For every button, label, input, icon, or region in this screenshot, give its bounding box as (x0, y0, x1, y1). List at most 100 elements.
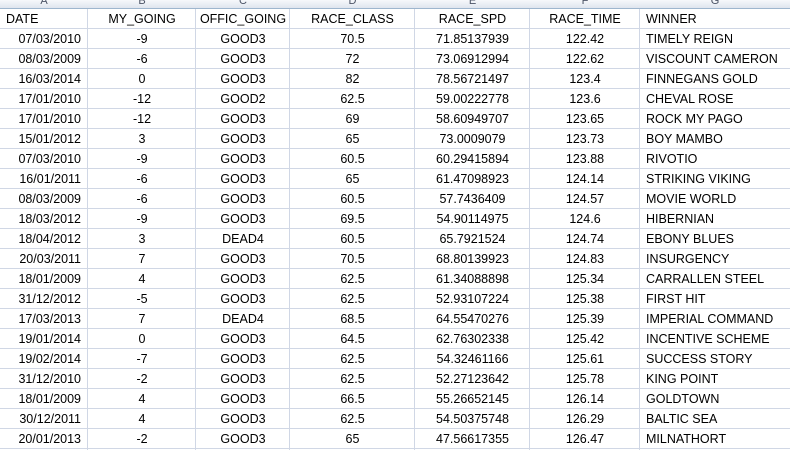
race-spd-cell[interactable]: 52.93107224 (415, 289, 530, 308)
race-spd-cell[interactable]: 65.7921524 (415, 229, 530, 248)
winner-cell[interactable]: BOY MAMBO (640, 129, 790, 148)
table-row[interactable]: 19/01/2014 0 GOOD3 64.5 62.76302338 125.42 INC… (0, 329, 790, 349)
table-row[interactable]: 17/03/2013 7 DEAD4 68.5 64.55470276 125.39 IMP… (0, 309, 790, 329)
offic-going-cell[interactable]: GOOD2 (196, 89, 290, 108)
my-going-cell[interactable]: 4 (88, 269, 196, 288)
offic-going-cell[interactable]: GOOD3 (196, 429, 290, 448)
race-time-cell[interactable]: 123.65 (530, 109, 640, 128)
header-cell-winner[interactable]: WINNER (640, 9, 790, 28)
offic-going-cell[interactable]: GOOD3 (196, 49, 290, 68)
my-going-cell[interactable]: 4 (88, 389, 196, 408)
header-cell-offic-going[interactable]: OFFIC_GOING (196, 9, 290, 28)
my-going-cell[interactable]: 0 (88, 329, 196, 348)
header-row[interactable]: DATE MY_GOING OFFIC_GOING RACE_CLASS RAC… (0, 9, 790, 29)
race-time-cell[interactable]: 124.14 (530, 169, 640, 188)
offic-going-cell[interactable]: GOOD3 (196, 269, 290, 288)
race-spd-cell[interactable]: 55.26652145 (415, 389, 530, 408)
winner-cell[interactable]: CARRALLEN STEEL (640, 269, 790, 288)
offic-going-cell[interactable]: GOOD3 (196, 349, 290, 368)
race-class-cell[interactable]: 72 (290, 49, 415, 68)
table-row[interactable]: 20/01/2013 -2 GOOD3 65 47.56617355 126.47 MILN… (0, 429, 790, 449)
date-cell[interactable]: 17/01/2010 (0, 109, 88, 128)
race-spd-cell[interactable]: 57.7436409 (415, 189, 530, 208)
winner-cell[interactable]: INCENTIVE SCHEME (640, 329, 790, 348)
table-row[interactable]: 30/12/2011 4 GOOD3 62.5 54.50375748 126.29 BAL… (0, 409, 790, 429)
date-cell[interactable]: 18/03/2012 (0, 209, 88, 228)
race-class-cell[interactable]: 70.5 (290, 249, 415, 268)
offic-going-cell[interactable]: GOOD3 (196, 369, 290, 388)
my-going-cell[interactable]: 3 (88, 229, 196, 248)
race-spd-cell[interactable]: 59.00222778 (415, 89, 530, 108)
race-time-cell[interactable]: 124.74 (530, 229, 640, 248)
my-going-cell[interactable]: -9 (88, 29, 196, 48)
my-going-cell[interactable]: -6 (88, 189, 196, 208)
race-spd-cell[interactable]: 47.56617355 (415, 429, 530, 448)
race-class-cell[interactable]: 66.5 (290, 389, 415, 408)
column-letter-a[interactable]: A (0, 0, 88, 8)
header-cell-race-spd[interactable]: RACE_SPD (415, 9, 530, 28)
winner-cell[interactable]: FINNEGANS GOLD (640, 69, 790, 88)
date-cell[interactable]: 08/03/2009 (0, 189, 88, 208)
table-row[interactable]: 16/01/2011 -6 GOOD3 65 61.47098923 124.14 STRI… (0, 169, 790, 189)
table-row[interactable]: 15/01/2012 3 GOOD3 65 73.0009079 123.73 BOY MA… (0, 129, 790, 149)
race-spd-cell[interactable]: 64.55470276 (415, 309, 530, 328)
offic-going-cell[interactable]: GOOD3 (196, 409, 290, 428)
date-cell[interactable]: 20/01/2013 (0, 429, 88, 448)
race-time-cell[interactable]: 126.29 (530, 409, 640, 428)
race-spd-cell[interactable]: 58.60949707 (415, 109, 530, 128)
race-time-cell[interactable]: 124.83 (530, 249, 640, 268)
race-time-cell[interactable]: 125.78 (530, 369, 640, 388)
offic-going-cell[interactable]: GOOD3 (196, 209, 290, 228)
date-cell[interactable]: 16/03/2014 (0, 69, 88, 88)
date-cell[interactable]: 17/03/2013 (0, 309, 88, 328)
table-row[interactable]: 08/03/2009 -6 GOOD3 60.5 57.7436409 124.57 MOV… (0, 189, 790, 209)
race-class-cell[interactable]: 62.5 (290, 409, 415, 428)
column-letter-e[interactable]: E (415, 0, 530, 8)
race-spd-cell[interactable]: 54.90114975 (415, 209, 530, 228)
race-time-cell[interactable]: 123.6 (530, 89, 640, 108)
race-time-cell[interactable]: 123.88 (530, 149, 640, 168)
race-class-cell[interactable]: 65 (290, 169, 415, 188)
winner-cell[interactable]: CHEVAL ROSE (640, 89, 790, 108)
winner-cell[interactable]: GOLDTOWN (640, 389, 790, 408)
offic-going-cell[interactable]: GOOD3 (196, 189, 290, 208)
header-cell-my-going[interactable]: MY_GOING (88, 9, 196, 28)
table-row[interactable]: 08/03/2009 -6 GOOD3 72 73.06912994 122.62 VISC… (0, 49, 790, 69)
winner-cell[interactable]: IMPERIAL COMMAND (640, 309, 790, 328)
table-row[interactable]: 18/01/2009 4 GOOD3 62.5 61.34088898 125.34 CAR… (0, 269, 790, 289)
race-time-cell[interactable]: 123.73 (530, 129, 640, 148)
my-going-cell[interactable]: -5 (88, 289, 196, 308)
column-letter-b[interactable]: B (88, 0, 196, 8)
table-row[interactable]: 20/03/2011 7 GOOD3 70.5 68.80139923 124.83 INS… (0, 249, 790, 269)
date-cell[interactable]: 16/01/2011 (0, 169, 88, 188)
race-spd-cell[interactable]: 54.32461166 (415, 349, 530, 368)
race-time-cell[interactable]: 126.14 (530, 389, 640, 408)
race-class-cell[interactable]: 68.5 (290, 309, 415, 328)
race-time-cell[interactable]: 125.42 (530, 329, 640, 348)
race-spd-cell[interactable]: 61.34088898 (415, 269, 530, 288)
race-class-cell[interactable]: 60.5 (290, 229, 415, 248)
race-spd-cell[interactable]: 73.06912994 (415, 49, 530, 68)
spreadsheet-grid[interactable]: ABCDEFG DATE MY_GOING OFFIC_GOING RACE_C… (0, 0, 790, 450)
my-going-cell[interactable]: 0 (88, 69, 196, 88)
offic-going-cell[interactable]: GOOD3 (196, 169, 290, 188)
race-class-cell[interactable]: 82 (290, 69, 415, 88)
winner-cell[interactable]: INSURGENCY (640, 249, 790, 268)
offic-going-cell[interactable]: GOOD3 (196, 149, 290, 168)
race-spd-cell[interactable]: 61.47098923 (415, 169, 530, 188)
race-class-cell[interactable]: 62.5 (290, 349, 415, 368)
race-time-cell[interactable]: 122.62 (530, 49, 640, 68)
table-row[interactable]: 18/04/2012 3 DEAD4 60.5 65.7921524 124.74 EBON… (0, 229, 790, 249)
winner-cell[interactable]: TIMELY REIGN (640, 29, 790, 48)
date-cell[interactable]: 07/03/2010 (0, 149, 88, 168)
offic-going-cell[interactable]: GOOD3 (196, 329, 290, 348)
race-spd-cell[interactable]: 73.0009079 (415, 129, 530, 148)
race-class-cell[interactable]: 65 (290, 429, 415, 448)
race-class-cell[interactable]: 64.5 (290, 329, 415, 348)
date-cell[interactable]: 31/12/2010 (0, 369, 88, 388)
winner-cell[interactable]: VISCOUNT CAMERON (640, 49, 790, 68)
race-spd-cell[interactable]: 62.76302338 (415, 329, 530, 348)
race-class-cell[interactable]: 70.5 (290, 29, 415, 48)
date-cell[interactable]: 18/01/2009 (0, 269, 88, 288)
my-going-cell[interactable]: -12 (88, 109, 196, 128)
